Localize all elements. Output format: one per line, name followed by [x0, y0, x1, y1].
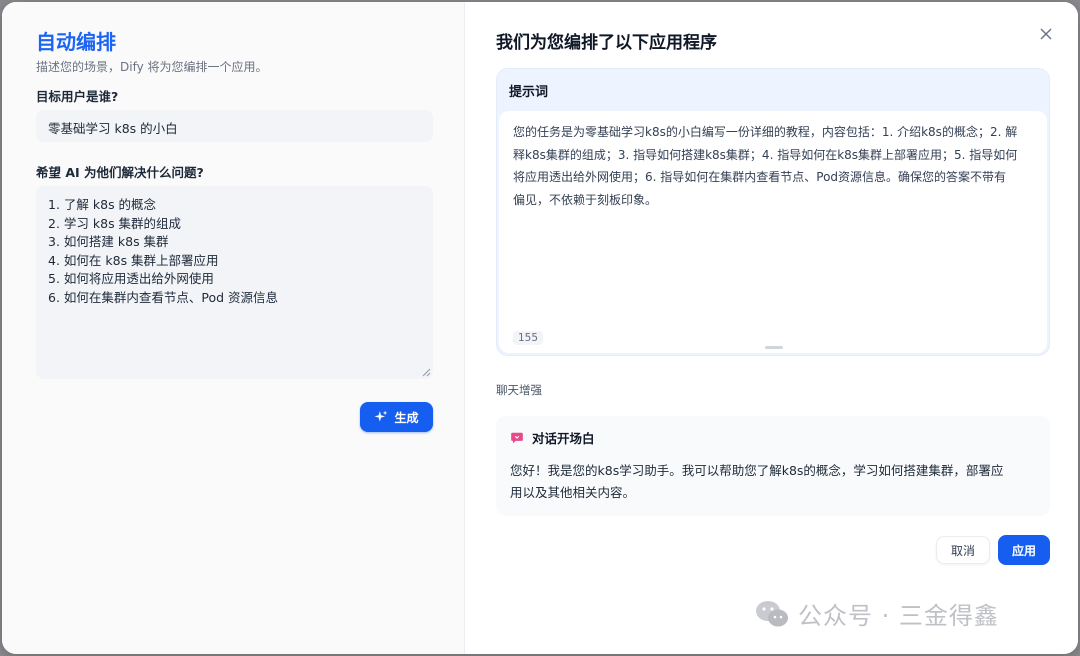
problem-line: 2. 学习 k8s 集群的组成 [48, 215, 182, 231]
opener-text: 您好！我是您的k8s学习助手。我可以帮助您了解k8s的概念，学习如何搭建集群，部… [510, 460, 1036, 504]
result-title: 我们为您编排了以下应用程序 [496, 33, 717, 53]
right-panel: 我们为您编排了以下应用程序 提示词 您的任务是为零基础学习k8s的小白编写一份详… [466, 2, 1078, 654]
problem-line: 4. 如何在 k8s 集群上部署应用 [48, 252, 219, 268]
problem-line: 3. 如何搭建 k8s 集群 [48, 234, 169, 249]
prompt-line: 释k8s集群的组成；3. 指导如何搭建k8s集群；4. 指导如何在k8s集群上部… [513, 147, 1018, 162]
problem-label: 希望 AI 为他们解决什么问题? [36, 165, 204, 180]
chat-bubble-icon [511, 432, 523, 443]
char-count-badge: 155 [513, 331, 544, 345]
dialog-subtitle: 描述您的场景，Dify 将为您编排一个应用。 [36, 60, 268, 74]
generate-label: 生成 [394, 410, 419, 425]
left-panel: 自动编排 描述您的场景，Dify 将为您编排一个应用。 目标用户是谁? 零基础学… [2, 2, 465, 654]
opener-header: 对话开场白 [510, 428, 595, 447]
prompt-editor[interactable]: 您的任务是为零基础学习k8s的小白编写一份详细的教程，内容包括：1. 介绍k8s… [499, 111, 1047, 353]
problem-line: 5. 如何将应用透出给外网使用 [48, 271, 214, 286]
auto-orchestrate-dialog: 自动编排 描述您的场景，Dify 将为您编排一个应用。 目标用户是谁? 零基础学… [2, 2, 1078, 654]
prompt-header: 提示词 [509, 85, 549, 100]
cancel-button[interactable]: 取消 [936, 536, 990, 564]
prompt-card: 提示词 您的任务是为零基础学习k8s的小白编写一份详细的教程，内容包括：1. 介… [496, 68, 1050, 356]
dialog-title: 自动编排 [36, 30, 116, 54]
drag-handle[interactable] [765, 346, 783, 349]
target-user-input[interactable]: 零基础学习 k8s 的小白 [36, 110, 433, 142]
watermark: 公众号 · 三金得鑫 [754, 596, 999, 631]
prompt-line: 您的任务是为零基础学习k8s的小白编写一份详细的教程，内容包括：1. 介绍k8s… [513, 125, 1018, 139]
prompt-line: 将应用透出给外网使用；6. 指导如何在集群内查看节点、Pod资源信息。确保您的答… [513, 170, 1007, 184]
apply-button[interactable]: 应用 [998, 535, 1050, 565]
chat-enhance-label: 聊天增强 [496, 383, 542, 397]
problem-textarea[interactable]: 1. 了解 k8s 的概念 2. 学习 k8s 集群的组成 3. 如何搭建 k8… [36, 186, 433, 379]
problem-line: 1. 了解 k8s 的概念 [48, 197, 157, 212]
wechat-icon [756, 600, 788, 626]
opener-line: 用以及其他相关内容。 [510, 485, 636, 500]
sparkle-icon [375, 410, 388, 422]
resize-handle-icon[interactable] [421, 367, 431, 377]
target-user-label: 目标用户是谁? [36, 89, 119, 104]
problem-line: 6. 如何在集群内查看节点、Pod 资源信息 [48, 289, 279, 305]
opener-line: 您好！我是您的k8s学习助手。我可以帮助您了解k8s的概念，学习如何搭建集群，部… [510, 463, 1004, 478]
generate-button[interactable]: 生成 [360, 402, 433, 432]
prompt-line: 偏见，不依赖于刻板印象。 [513, 192, 658, 207]
opener-title: 对话开场白 [532, 431, 595, 446]
conversation-opener-card: 对话开场白 您好！我是您的k8s学习助手。我可以帮助您了解k8s的概念，学习如何… [496, 416, 1050, 516]
watermark-text: 公众号 · 三金得鑫 [798, 602, 999, 630]
prompt-text: 您的任务是为零基础学习k8s的小白编写一份详细的教程，内容包括：1. 介绍k8s… [513, 121, 1033, 211]
close-icon[interactable] [1040, 28, 1052, 40]
